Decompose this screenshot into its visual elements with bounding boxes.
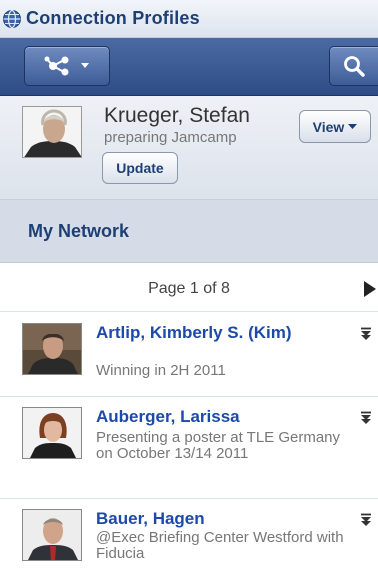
chevron-down-icon <box>81 63 89 68</box>
list-item[interactable]: Bauer, Hagen @Exec Briefing Center Westf… <box>0 499 378 570</box>
my-profile-panel: Krueger, Stefan preparing Jamcamp View U… <box>0 96 378 200</box>
pager: Page 1 of 8 <box>0 264 378 312</box>
update-button[interactable]: Update <box>102 152 178 184</box>
chevron-down-icon <box>348 123 358 129</box>
list-item[interactable]: Artlip, Kimberly S. (Kim) Winning in 2H … <box>0 313 378 397</box>
contact-name[interactable]: Bauer, Hagen <box>96 509 336 528</box>
search-icon <box>344 56 365 77</box>
my-profile-name: Krueger, Stefan <box>104 104 250 127</box>
app-title: Connection Profiles <box>26 8 200 28</box>
expand-icon[interactable] <box>360 513 372 527</box>
list-item[interactable]: Auberger, Larissa Presenting a poster at… <box>0 397 378 499</box>
expand-icon[interactable] <box>360 411 372 425</box>
section-title: My Network <box>0 200 378 263</box>
contact-status: Presenting a poster at TLE Germany on Oc… <box>96 429 341 462</box>
my-profile-status: preparing Jamcamp <box>104 129 237 146</box>
contact-status: @Exec Briefing Center Westford with Fidu… <box>96 529 344 562</box>
view-button-label: View <box>312 118 345 135</box>
contact-photo[interactable] <box>22 323 82 375</box>
network-icon <box>44 56 69 76</box>
contact-photo[interactable] <box>22 509 82 561</box>
search-button[interactable] <box>329 46 378 86</box>
contact-photo[interactable] <box>22 407 82 459</box>
contact-name[interactable]: Artlip, Kimberly S. (Kim) <box>96 323 336 342</box>
title-bar: Connection Profiles <box>0 0 378 38</box>
toolbar <box>0 38 378 96</box>
next-page-icon[interactable] <box>364 281 376 297</box>
contact-name[interactable]: Auberger, Larissa <box>96 407 336 426</box>
my-profile-photo[interactable] <box>22 106 82 158</box>
view-button[interactable]: View <box>299 110 371 143</box>
globe-icon <box>3 9 21 28</box>
expand-icon[interactable] <box>360 327 372 341</box>
network-menu-button[interactable] <box>24 46 110 86</box>
contact-status: Winning in 2H 2011 <box>96 362 226 379</box>
page-indicator: Page 1 of 8 <box>148 280 230 297</box>
